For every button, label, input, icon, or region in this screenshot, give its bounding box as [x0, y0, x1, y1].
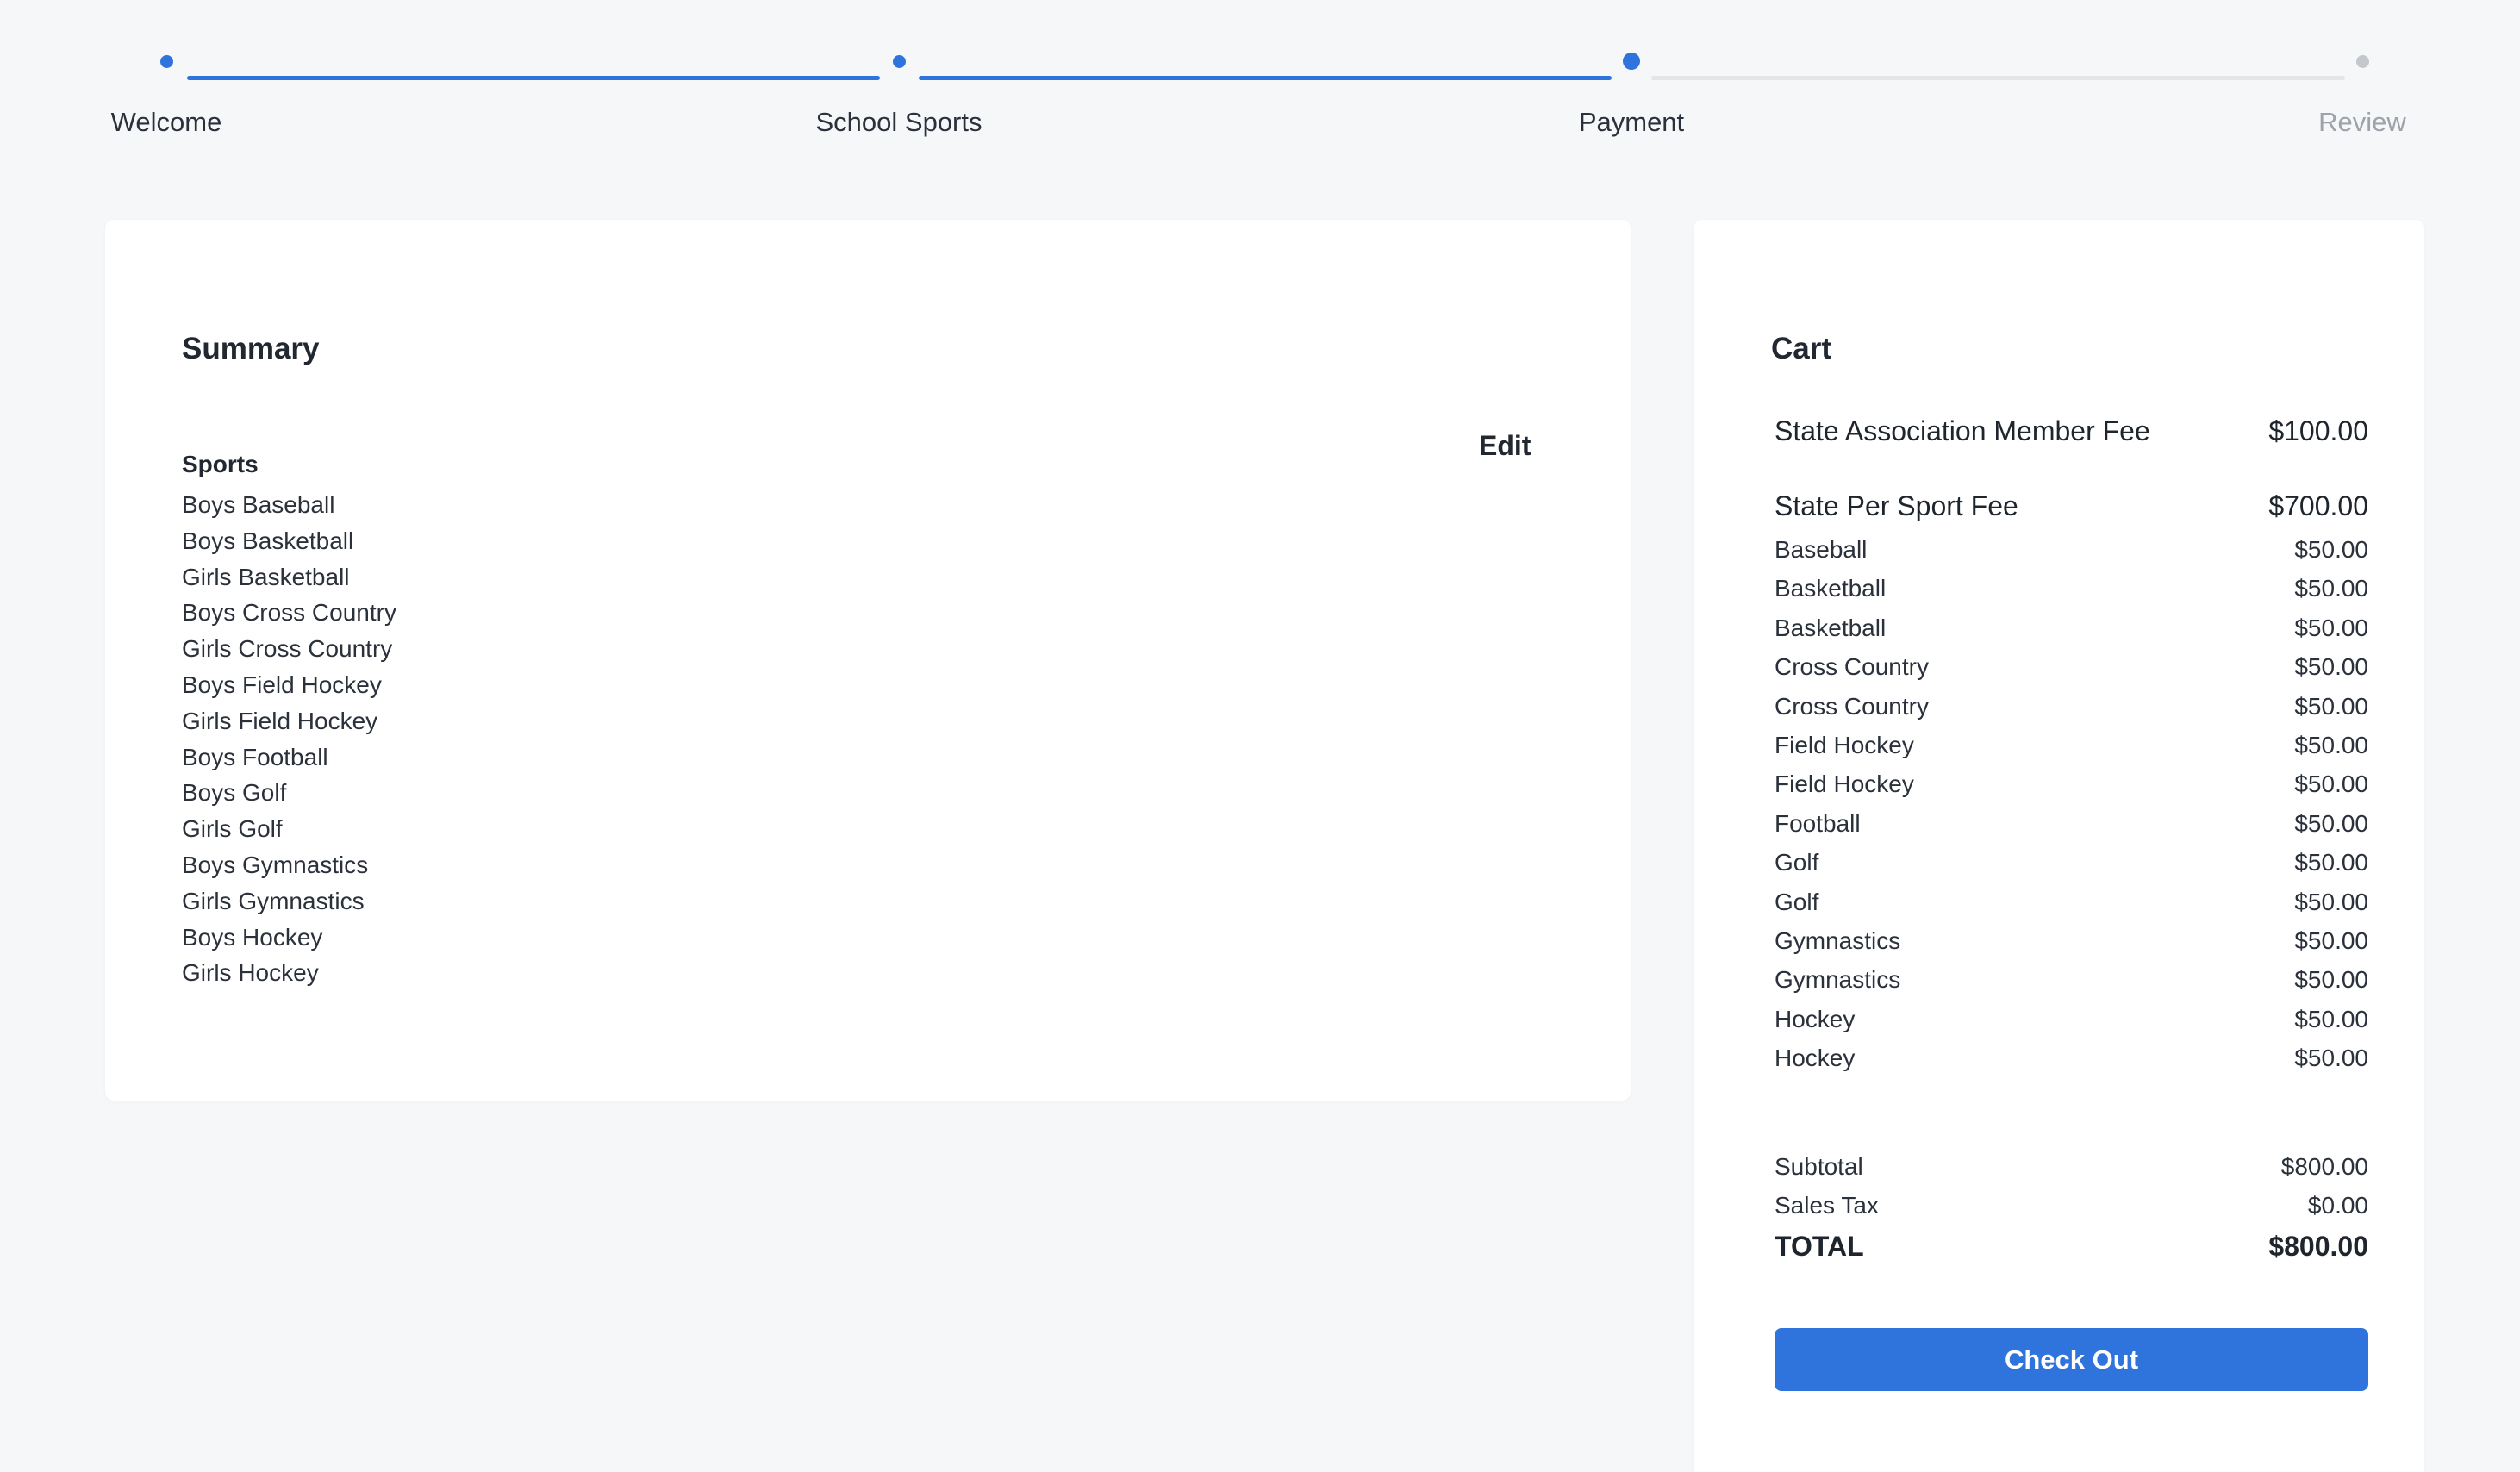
- subtotal-amount: $800.00: [2280, 1153, 2368, 1180]
- sport-list-item: Girls Basketball: [182, 563, 350, 590]
- cart-item-row: Cross Country $50.00: [1775, 687, 2368, 726]
- cart-item-row: Golf $50.00: [1775, 883, 2368, 921]
- cart-item-name: Gymnastics: [1775, 966, 1901, 994]
- cart-item-name: Basketball: [1775, 575, 1887, 602]
- cart-item-amount: $50.00: [2294, 888, 2368, 915]
- cart-item-name: Golf: [1775, 849, 1819, 876]
- cart-item-amount: $50.00: [2294, 653, 2368, 681]
- step-label-school-sports[interactable]: School Sports: [816, 107, 982, 138]
- edit-sports-link[interactable]: Edit: [1479, 430, 1531, 462]
- sport-list-item: Girls Gymnastics: [182, 887, 365, 914]
- sport-list-item: Boys Baseball: [182, 491, 335, 518]
- cart-item-row: Football $50.00: [1775, 804, 2368, 843]
- sport-list-item: Boys Field Hockey: [182, 671, 382, 698]
- cart-item-amount: $50.00: [2294, 770, 2368, 798]
- per-sport-fee-label: State Per Sport Fee: [1775, 490, 2018, 521]
- cart-item-amount: $50.00: [2294, 849, 2368, 876]
- cart-item-name: Golf: [1775, 888, 1819, 915]
- step-dot-review: [2356, 55, 2369, 68]
- sport-list-item: Boys Football: [182, 743, 328, 770]
- cart-title: Cart: [1771, 332, 1832, 365]
- cart-item-name: Field Hockey: [1775, 770, 1914, 798]
- cart-item-amount: $50.00: [2294, 966, 2368, 994]
- summary-title: Summary: [182, 332, 320, 365]
- sport-list-item: Boys Cross Country: [182, 599, 396, 627]
- sport-list-item: Girls Golf: [182, 815, 283, 843]
- per-sport-fee-amount: $700.00: [2268, 490, 2368, 521]
- cart-item-name: Hockey: [1775, 1005, 1856, 1032]
- step-label-welcome[interactable]: Welcome: [111, 107, 222, 138]
- checkout-button[interactable]: Check Out: [1775, 1328, 2368, 1391]
- cart-item-name: Baseball: [1775, 536, 1868, 563]
- cart-item-row: Gymnastics $50.00: [1775, 921, 2368, 960]
- sales-tax-row: Sales Tax $0.00: [1775, 1192, 2368, 1219]
- sport-list-item: Boys Gymnastics: [182, 851, 369, 878]
- cart-item-name: Field Hockey: [1775, 732, 1914, 759]
- cart-item-name: Cross Country: [1775, 653, 1929, 681]
- cart-item-row: Basketball $50.00: [1775, 569, 2368, 608]
- cart-item-name: Hockey: [1775, 1045, 1856, 1072]
- sport-list-item: Girls Hockey: [182, 959, 319, 987]
- cart-item-row: Field Hockey $50.00: [1775, 764, 2368, 803]
- cart-item-name: Football: [1775, 809, 1861, 837]
- cart-item-name: Basketball: [1775, 614, 1887, 641]
- progress-stepper: Welcome School Sports Payment Review: [0, 0, 2520, 155]
- step-connector-3: [1651, 76, 2345, 80]
- cart-items-list: Baseball $50.00 Basketball $50.00 Basketball…: [1775, 530, 2368, 1078]
- step-connector-1: [187, 76, 880, 80]
- cart-item-row: Basketball $50.00: [1775, 608, 2368, 647]
- sport-list-item: Boys Hockey: [182, 923, 323, 951]
- member-fee-amount: $100.00: [2268, 415, 2368, 446]
- summary-card: Summary Edit Sports Boys Baseball Boys Ba…: [105, 220, 1631, 1101]
- cart-item-amount: $50.00: [2294, 732, 2368, 759]
- subtotal-row: Subtotal $800.00: [1775, 1153, 2368, 1181]
- cart-item-row: Gymnastics $50.00: [1775, 960, 2368, 999]
- sales-tax-label: Sales Tax: [1775, 1192, 1879, 1219]
- step-dot-school-sports: [893, 55, 906, 68]
- total-row: TOTAL $800.00: [1775, 1231, 2368, 1263]
- sports-heading: Sports: [182, 451, 259, 477]
- step-connector-2: [919, 76, 1612, 80]
- sport-list-item: Boys Golf: [182, 779, 287, 807]
- cart-item-amount: $50.00: [2294, 809, 2368, 837]
- cart-item-amount: $50.00: [2294, 1005, 2368, 1032]
- cart-item-amount: $50.00: [2294, 927, 2368, 955]
- cart-item-name: Cross Country: [1775, 692, 1929, 720]
- cart-item-amount: $50.00: [2294, 1045, 2368, 1072]
- cart-item-row: Hockey $50.00: [1775, 1039, 2368, 1077]
- step-dot-payment: [1623, 53, 1640, 70]
- step-dot-welcome: [160, 55, 173, 68]
- sport-list-item: Girls Field Hockey: [182, 707, 378, 734]
- total-amount: $800.00: [2268, 1231, 2368, 1262]
- sport-list-item: Girls Cross Country: [182, 635, 393, 663]
- per-sport-fee-row: State Per Sport Fee $700.00: [1775, 490, 2368, 522]
- cart-item-row: Hockey $50.00: [1775, 1000, 2368, 1039]
- total-label: TOTAL: [1775, 1231, 1864, 1262]
- step-label-payment: Payment: [1578, 107, 1685, 137]
- sport-list-item: Boys Basketball: [182, 527, 354, 554]
- cart-item-amount: $50.00: [2294, 575, 2368, 602]
- member-fee-row: State Association Member Fee $100.00: [1775, 415, 2368, 447]
- cart-item-amount: $50.00: [2294, 614, 2368, 641]
- cart-item-row: Golf $50.00: [1775, 843, 2368, 882]
- cart-item-name: Gymnastics: [1775, 927, 1901, 955]
- cart-item-row: Baseball $50.00: [1775, 530, 2368, 569]
- step-label-review: Review: [2318, 107, 2406, 137]
- member-fee-label: State Association Member Fee: [1775, 415, 2150, 446]
- cart-item-amount: $50.00: [2294, 536, 2368, 563]
- sales-tax-amount: $0.00: [2307, 1192, 2368, 1219]
- sports-list: Boys Baseball Boys Basketball Girls Basket…: [182, 487, 396, 991]
- cart-item-row: Field Hockey $50.00: [1775, 726, 2368, 764]
- subtotal-label: Subtotal: [1775, 1153, 1863, 1180]
- cart-item-row: Cross Country $50.00: [1775, 647, 2368, 686]
- cart-item-amount: $50.00: [2294, 692, 2368, 720]
- cart-card: Cart State Association Member Fee $100.0…: [1694, 220, 2424, 1472]
